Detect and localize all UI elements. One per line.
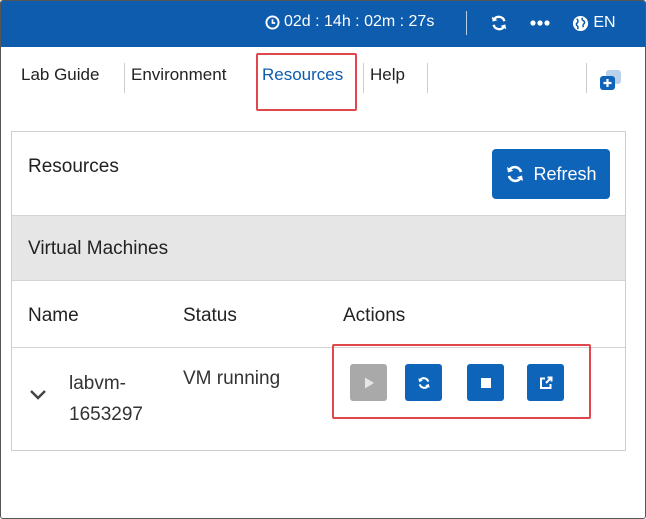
column-header-name: Name	[28, 305, 79, 326]
row-divider	[12, 347, 625, 348]
tab-environment[interactable]: Environment	[131, 65, 226, 85]
split-view-button[interactable]	[598, 67, 624, 93]
section-title: Virtual Machines	[28, 238, 169, 259]
refresh-button-label: Refresh	[533, 163, 597, 184]
add-window-icon	[600, 70, 621, 90]
column-header-status: Status	[183, 305, 237, 326]
play-icon	[364, 377, 374, 388]
vm-status: VM running	[183, 368, 281, 389]
top-bar: 02d : 14h : 02m : 27s EN	[1, 1, 645, 47]
tab-divider	[363, 63, 364, 93]
tab-help[interactable]: Help	[370, 65, 405, 85]
clock-icon	[265, 14, 280, 30]
globe-icon	[573, 15, 589, 31]
language-selector[interactable]: EN	[569, 11, 619, 35]
more-dots-icon	[530, 20, 550, 26]
tab-resources[interactable]: Resources	[262, 65, 343, 85]
vm-name-line1: labvm-	[69, 373, 127, 394]
session-timer: 02d : 14h : 02m : 27s	[265, 13, 434, 31]
more-options-button[interactable]	[528, 11, 552, 35]
tab-divider	[586, 63, 587, 93]
tab-bar: Lab Guide Environment Resources Help	[1, 47, 645, 107]
section-header: Virtual Machines	[12, 215, 625, 281]
chevron-down-icon	[30, 390, 46, 400]
timer-text: 02d : 14h : 02m : 27s	[284, 13, 435, 30]
topbar-divider	[466, 11, 467, 35]
refresh-icon	[417, 376, 430, 389]
expand-row-button[interactable]	[28, 387, 48, 403]
refresh-icon	[507, 165, 524, 183]
language-label: EN	[593, 14, 616, 31]
tab-lab-guide[interactable]: Lab Guide	[21, 65, 99, 85]
stop-vm-button[interactable]	[467, 364, 504, 401]
panel-title: Resources	[28, 156, 119, 177]
column-header-actions: Actions	[343, 305, 406, 326]
refresh-session-button[interactable]	[488, 11, 510, 35]
tab-divider	[124, 63, 125, 93]
refresh-icon	[491, 15, 507, 31]
tab-divider	[427, 63, 428, 93]
resources-panel: Resources Refresh Virtual Machines Name …	[11, 131, 626, 451]
vm-name: labvm- 1653297	[69, 368, 169, 430]
vm-name-line2: 1653297	[69, 404, 143, 425]
restart-vm-button[interactable]	[405, 364, 442, 401]
app-window: 02d : 14h : 02m : 27s EN Lab Guide Envir…	[0, 0, 646, 519]
external-link-icon	[539, 376, 552, 389]
start-vm-button[interactable]	[350, 364, 387, 401]
open-vm-button[interactable]	[527, 364, 564, 401]
stop-icon	[480, 377, 491, 388]
refresh-button[interactable]: Refresh	[492, 149, 610, 199]
